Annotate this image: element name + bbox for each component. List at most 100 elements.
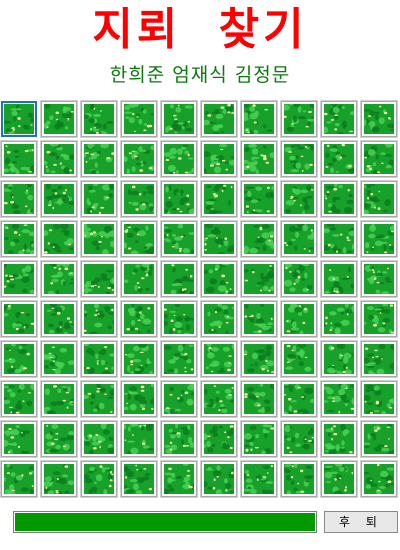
mine-cell[interactable] — [280, 420, 318, 458]
mine-cell[interactable] — [200, 380, 238, 418]
mine-cell[interactable] — [240, 420, 278, 458]
mine-cell[interactable] — [160, 180, 198, 218]
mine-cell[interactable] — [40, 340, 78, 378]
mine-cell[interactable] — [0, 300, 38, 338]
mine-cell[interactable] — [0, 260, 38, 298]
mine-cell[interactable] — [360, 340, 398, 378]
mine-cell[interactable] — [80, 340, 118, 378]
mine-cell[interactable] — [360, 300, 398, 338]
mine-cell[interactable] — [160, 140, 198, 178]
mine-cell[interactable] — [240, 460, 278, 498]
mine-cell[interactable] — [320, 260, 358, 298]
mine-cell[interactable] — [160, 260, 198, 298]
mine-cell[interactable] — [40, 380, 78, 418]
mine-cell[interactable] — [200, 180, 238, 218]
mine-cell[interactable] — [120, 300, 158, 338]
mine-cell[interactable] — [360, 220, 398, 258]
mine-cell[interactable] — [320, 300, 358, 338]
mine-cell[interactable] — [280, 260, 318, 298]
mine-cell[interactable] — [120, 340, 158, 378]
mine-cell[interactable] — [160, 380, 198, 418]
mine-cell[interactable] — [120, 420, 158, 458]
mine-cell[interactable] — [200, 220, 238, 258]
mine-cell[interactable] — [160, 340, 198, 378]
mine-cell[interactable] — [40, 100, 78, 138]
mine-cell[interactable] — [240, 180, 278, 218]
mine-cell[interactable] — [80, 100, 118, 138]
mine-cell[interactable] — [1, 101, 37, 137]
mine-cell[interactable] — [320, 380, 358, 418]
mine-cell[interactable] — [80, 380, 118, 418]
mine-cell[interactable] — [160, 460, 198, 498]
mine-cell[interactable] — [320, 100, 358, 138]
mine-cell[interactable] — [160, 220, 198, 258]
mine-cell[interactable] — [360, 260, 398, 298]
mine-cell[interactable] — [360, 140, 398, 178]
mine-cell[interactable] — [160, 420, 198, 458]
mine-cell[interactable] — [0, 180, 38, 218]
mine-cell[interactable] — [80, 420, 118, 458]
mine-cell[interactable] — [240, 380, 278, 418]
mine-cell[interactable] — [320, 140, 358, 178]
mine-cell[interactable] — [280, 140, 318, 178]
mine-cell[interactable] — [200, 100, 238, 138]
mine-cell[interactable] — [200, 260, 238, 298]
mine-cell[interactable] — [240, 260, 278, 298]
mine-cell[interactable] — [80, 300, 118, 338]
mine-cell[interactable] — [120, 100, 158, 138]
mine-cell[interactable] — [280, 340, 318, 378]
mine-cell[interactable] — [320, 420, 358, 458]
mine-cell[interactable] — [360, 460, 398, 498]
mine-cell[interactable] — [200, 300, 238, 338]
mine-cell[interactable] — [0, 460, 38, 498]
mine-cell[interactable] — [280, 300, 318, 338]
mine-cell[interactable] — [200, 340, 238, 378]
mine-cell[interactable] — [0, 340, 38, 378]
mine-cell[interactable] — [280, 220, 318, 258]
mine-cell[interactable] — [200, 460, 238, 498]
mine-cell[interactable] — [120, 380, 158, 418]
mine-cell[interactable] — [40, 220, 78, 258]
mine-cell[interactable] — [240, 100, 278, 138]
mine-cell[interactable] — [240, 140, 278, 178]
mine-cell[interactable] — [40, 260, 78, 298]
mine-cell[interactable] — [40, 180, 78, 218]
back-button[interactable]: 후 퇴 — [324, 511, 398, 533]
mine-cell[interactable] — [120, 260, 158, 298]
mine-cell[interactable] — [320, 220, 358, 258]
mine-cell[interactable] — [360, 180, 398, 218]
mine-cell[interactable] — [240, 220, 278, 258]
mine-cell[interactable] — [0, 420, 38, 458]
mine-cell[interactable] — [280, 180, 318, 218]
mine-cell[interactable] — [120, 220, 158, 258]
mine-cell[interactable] — [80, 460, 118, 498]
mine-cell[interactable] — [40, 460, 78, 498]
mine-cell[interactable] — [160, 300, 198, 338]
mine-cell[interactable] — [240, 300, 278, 338]
mine-cell[interactable] — [160, 100, 198, 138]
mine-cell[interactable] — [80, 260, 118, 298]
mine-cell[interactable] — [280, 100, 318, 138]
mine-cell[interactable] — [0, 220, 38, 258]
mine-cell[interactable] — [40, 300, 78, 338]
mine-cell[interactable] — [0, 140, 38, 178]
mine-cell[interactable] — [120, 460, 158, 498]
mine-cell[interactable] — [360, 380, 398, 418]
mine-cell[interactable] — [360, 420, 398, 458]
mine-cell[interactable] — [120, 180, 158, 218]
mine-cell[interactable] — [200, 140, 238, 178]
mine-cell[interactable] — [280, 380, 318, 418]
mine-cell[interactable] — [40, 140, 78, 178]
mine-cell[interactable] — [80, 140, 118, 178]
mine-cell[interactable] — [240, 340, 278, 378]
mine-cell[interactable] — [320, 340, 358, 378]
mine-cell[interactable] — [280, 460, 318, 498]
mine-cell[interactable] — [120, 140, 158, 178]
mine-cell[interactable] — [80, 180, 118, 218]
mine-cell[interactable] — [200, 420, 238, 458]
mine-cell[interactable] — [320, 460, 358, 498]
mine-cell[interactable] — [40, 420, 78, 458]
mine-cell[interactable] — [0, 380, 38, 418]
mine-cell[interactable] — [360, 100, 398, 138]
mine-cell[interactable] — [80, 220, 118, 258]
